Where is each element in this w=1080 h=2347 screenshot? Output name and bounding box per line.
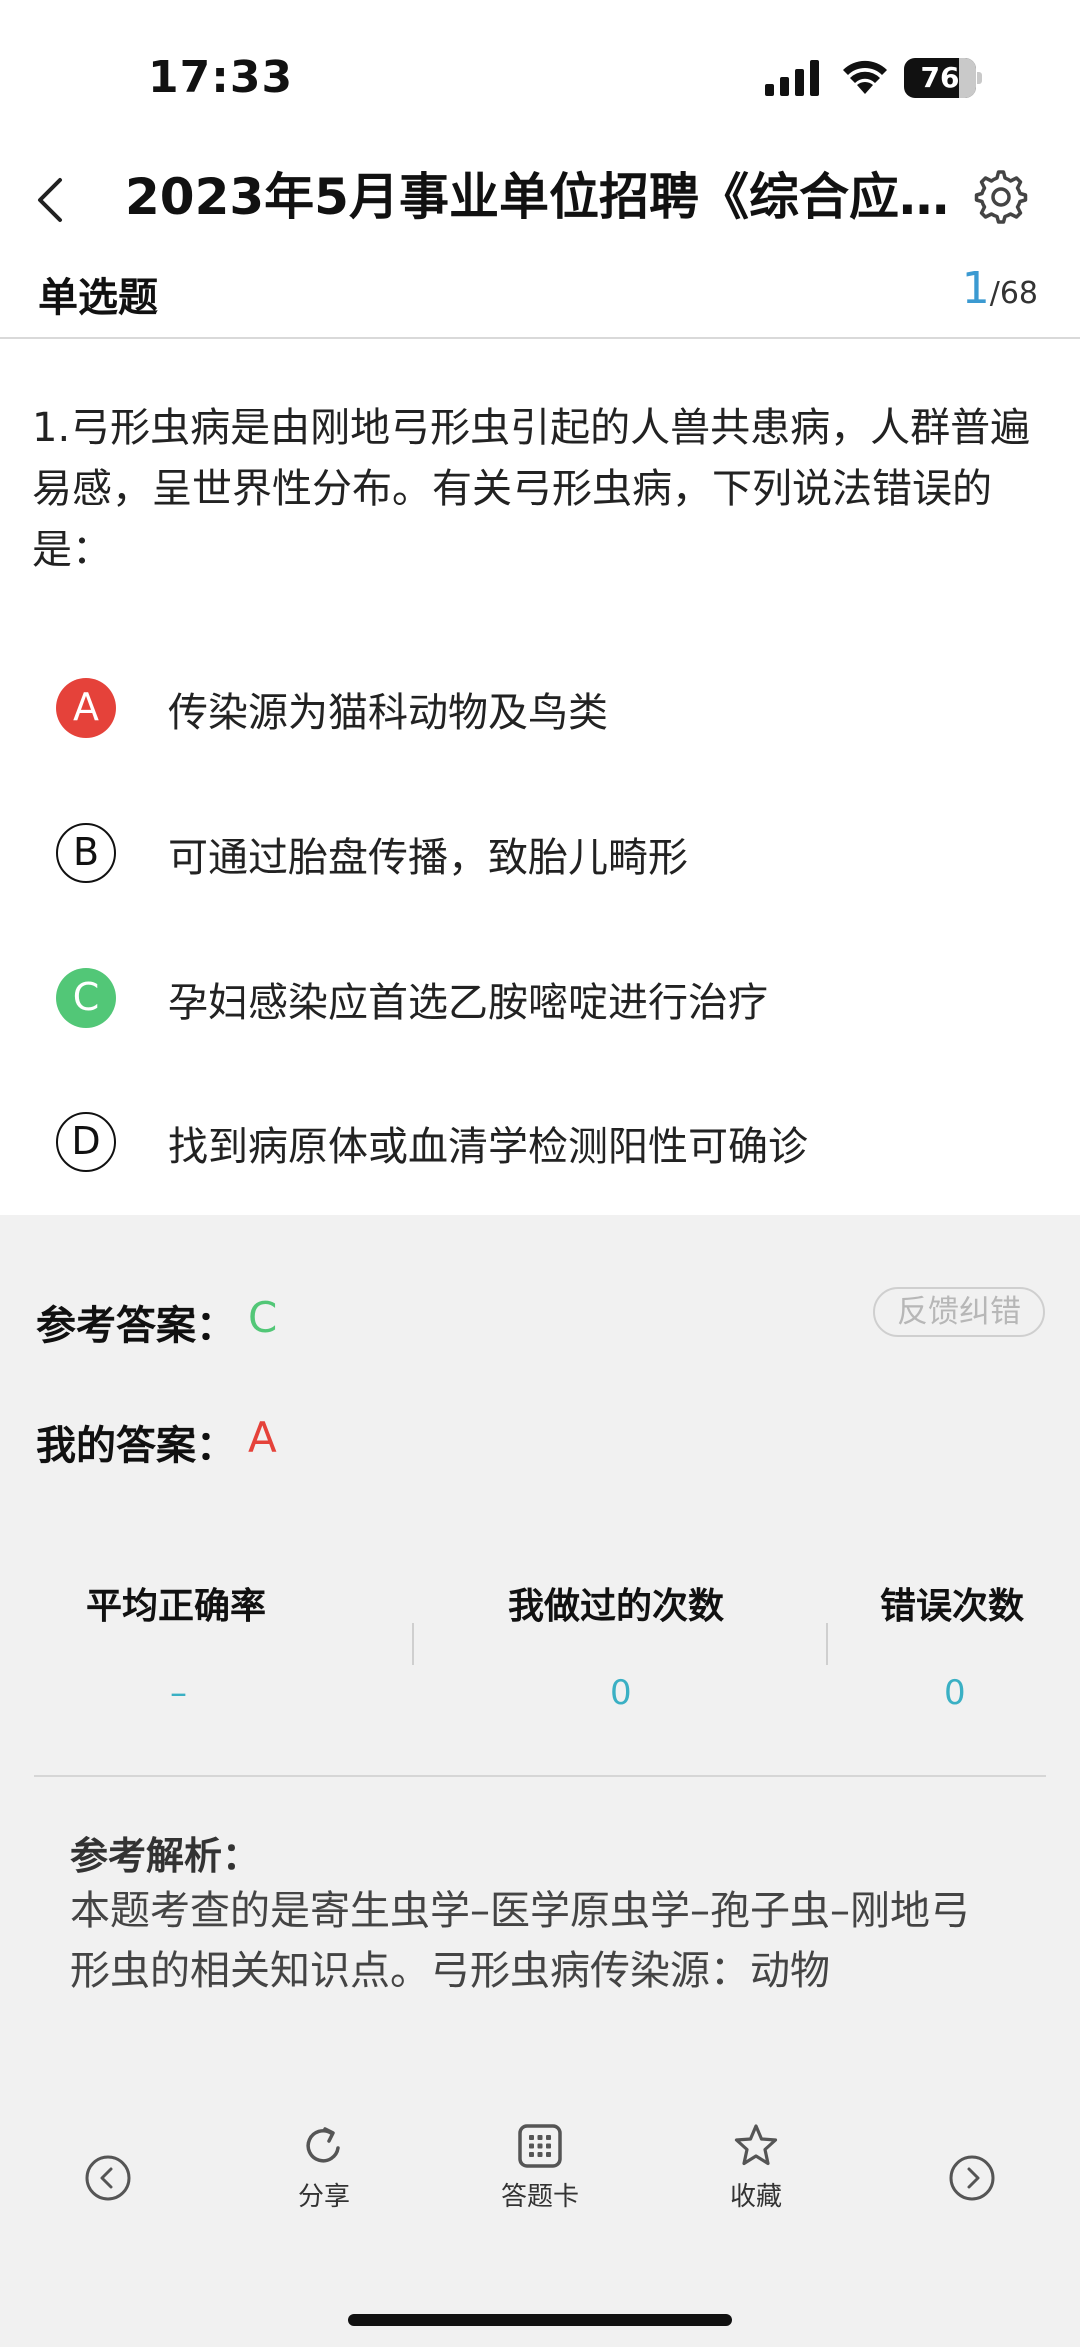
option-b-marker: B	[56, 823, 116, 883]
question-type-row: 单选题 1/68	[0, 255, 1080, 339]
home-indicator[interactable]	[348, 2314, 732, 2326]
status-bar: 17:33 76	[0, 0, 1080, 150]
question-type: 单选题	[38, 275, 158, 321]
error-count-value: 0	[944, 1673, 966, 1713]
option-c-marker: C	[56, 968, 116, 1028]
question-progress: 1/68	[962, 263, 1038, 314]
feedback-button[interactable]: 反馈纠错	[873, 1287, 1045, 1337]
cellular-signal-icon	[765, 60, 819, 96]
chevron-right-circle-icon[interactable]	[948, 2154, 996, 2202]
option-c[interactable]: C 孕妇感染应首选乙胺嘧啶进行治疗	[56, 958, 1036, 1038]
stat-divider	[412, 1623, 414, 1665]
times-done-label: 我做过的次数	[508, 1586, 725, 1627]
status-time: 17:33	[148, 52, 294, 103]
option-d[interactable]: D 找到病原体或血清学检测阳性可确诊	[56, 1102, 1036, 1182]
times-done-value: 0	[610, 1673, 632, 1713]
option-d-marker: D	[56, 1112, 116, 1172]
total-questions: /68	[989, 276, 1038, 311]
option-a-marker: A	[56, 678, 116, 738]
star-icon	[734, 2124, 778, 2166]
stat-divider	[826, 1623, 828, 1665]
battery-indicator: 76	[904, 58, 982, 98]
error-count-label: 错误次数	[880, 1586, 1025, 1627]
back-icon[interactable]	[22, 170, 82, 230]
avg-accuracy-label: 平均正确率	[86, 1586, 267, 1627]
share-icon	[306, 2127, 340, 2163]
page-title: 2023年5月事业单位招聘《综合应知》	[125, 168, 965, 226]
favorite-button[interactable]: 收藏	[686, 2122, 826, 2232]
option-a-text: 传染源为猫科动物及鸟类	[168, 690, 608, 736]
answer-card-label: 答题卡	[500, 2182, 579, 2212]
chevron-left-circle-icon[interactable]	[84, 2154, 132, 2202]
wifi-icon	[843, 60, 887, 94]
my-answer-label: 我的答案：	[36, 1423, 236, 1469]
option-c-text: 孕妇感染应首选乙胺嘧啶进行治疗	[168, 980, 768, 1026]
nav-bar: 2023年5月事业单位招聘《综合应知》	[0, 150, 1080, 250]
reference-answer-label: 参考答案：	[36, 1303, 236, 1349]
gear-icon[interactable]	[972, 168, 1030, 226]
answer-card-icon	[518, 2124, 562, 2168]
favorite-label: 收藏	[729, 2182, 782, 2212]
share-button[interactable]: 分享	[254, 2122, 394, 2232]
option-b[interactable]: B 可通过胎盘传播，致胎儿畸形	[56, 813, 1036, 893]
answer-card-button[interactable]: 答题卡	[470, 2122, 610, 2232]
bottom-toolbar: 分享 答题卡 收藏	[0, 2122, 1080, 2232]
analysis-label: 参考解析：	[70, 1834, 261, 1878]
share-label: 分享	[297, 2182, 350, 2212]
current-question-number: 1	[961, 263, 990, 314]
reference-answer-value: C	[248, 1293, 278, 1342]
avg-accuracy-value: –	[170, 1673, 187, 1713]
section-divider	[34, 1775, 1046, 1777]
battery-percent: 76	[920, 61, 960, 94]
option-d-text: 找到病原体或血清学检测阳性可确诊	[168, 1124, 808, 1170]
analysis-text: 本题考查的是寄生虫学–医学原虫学–孢子虫–刚地弓形虫的相关知识点。弓形虫病传染源…	[70, 1888, 970, 1994]
my-answer-value: A	[248, 1413, 277, 1462]
question-text: 1.弓形虫病是由刚地弓形虫引起的人兽共患病，人群普遍易感，呈世界性分布。有关弓形…	[32, 405, 1031, 573]
option-b-text: 可通过胎盘传播，致胎儿畸形	[168, 835, 688, 881]
option-a[interactable]: A 传染源为猫科动物及鸟类	[56, 668, 1036, 748]
